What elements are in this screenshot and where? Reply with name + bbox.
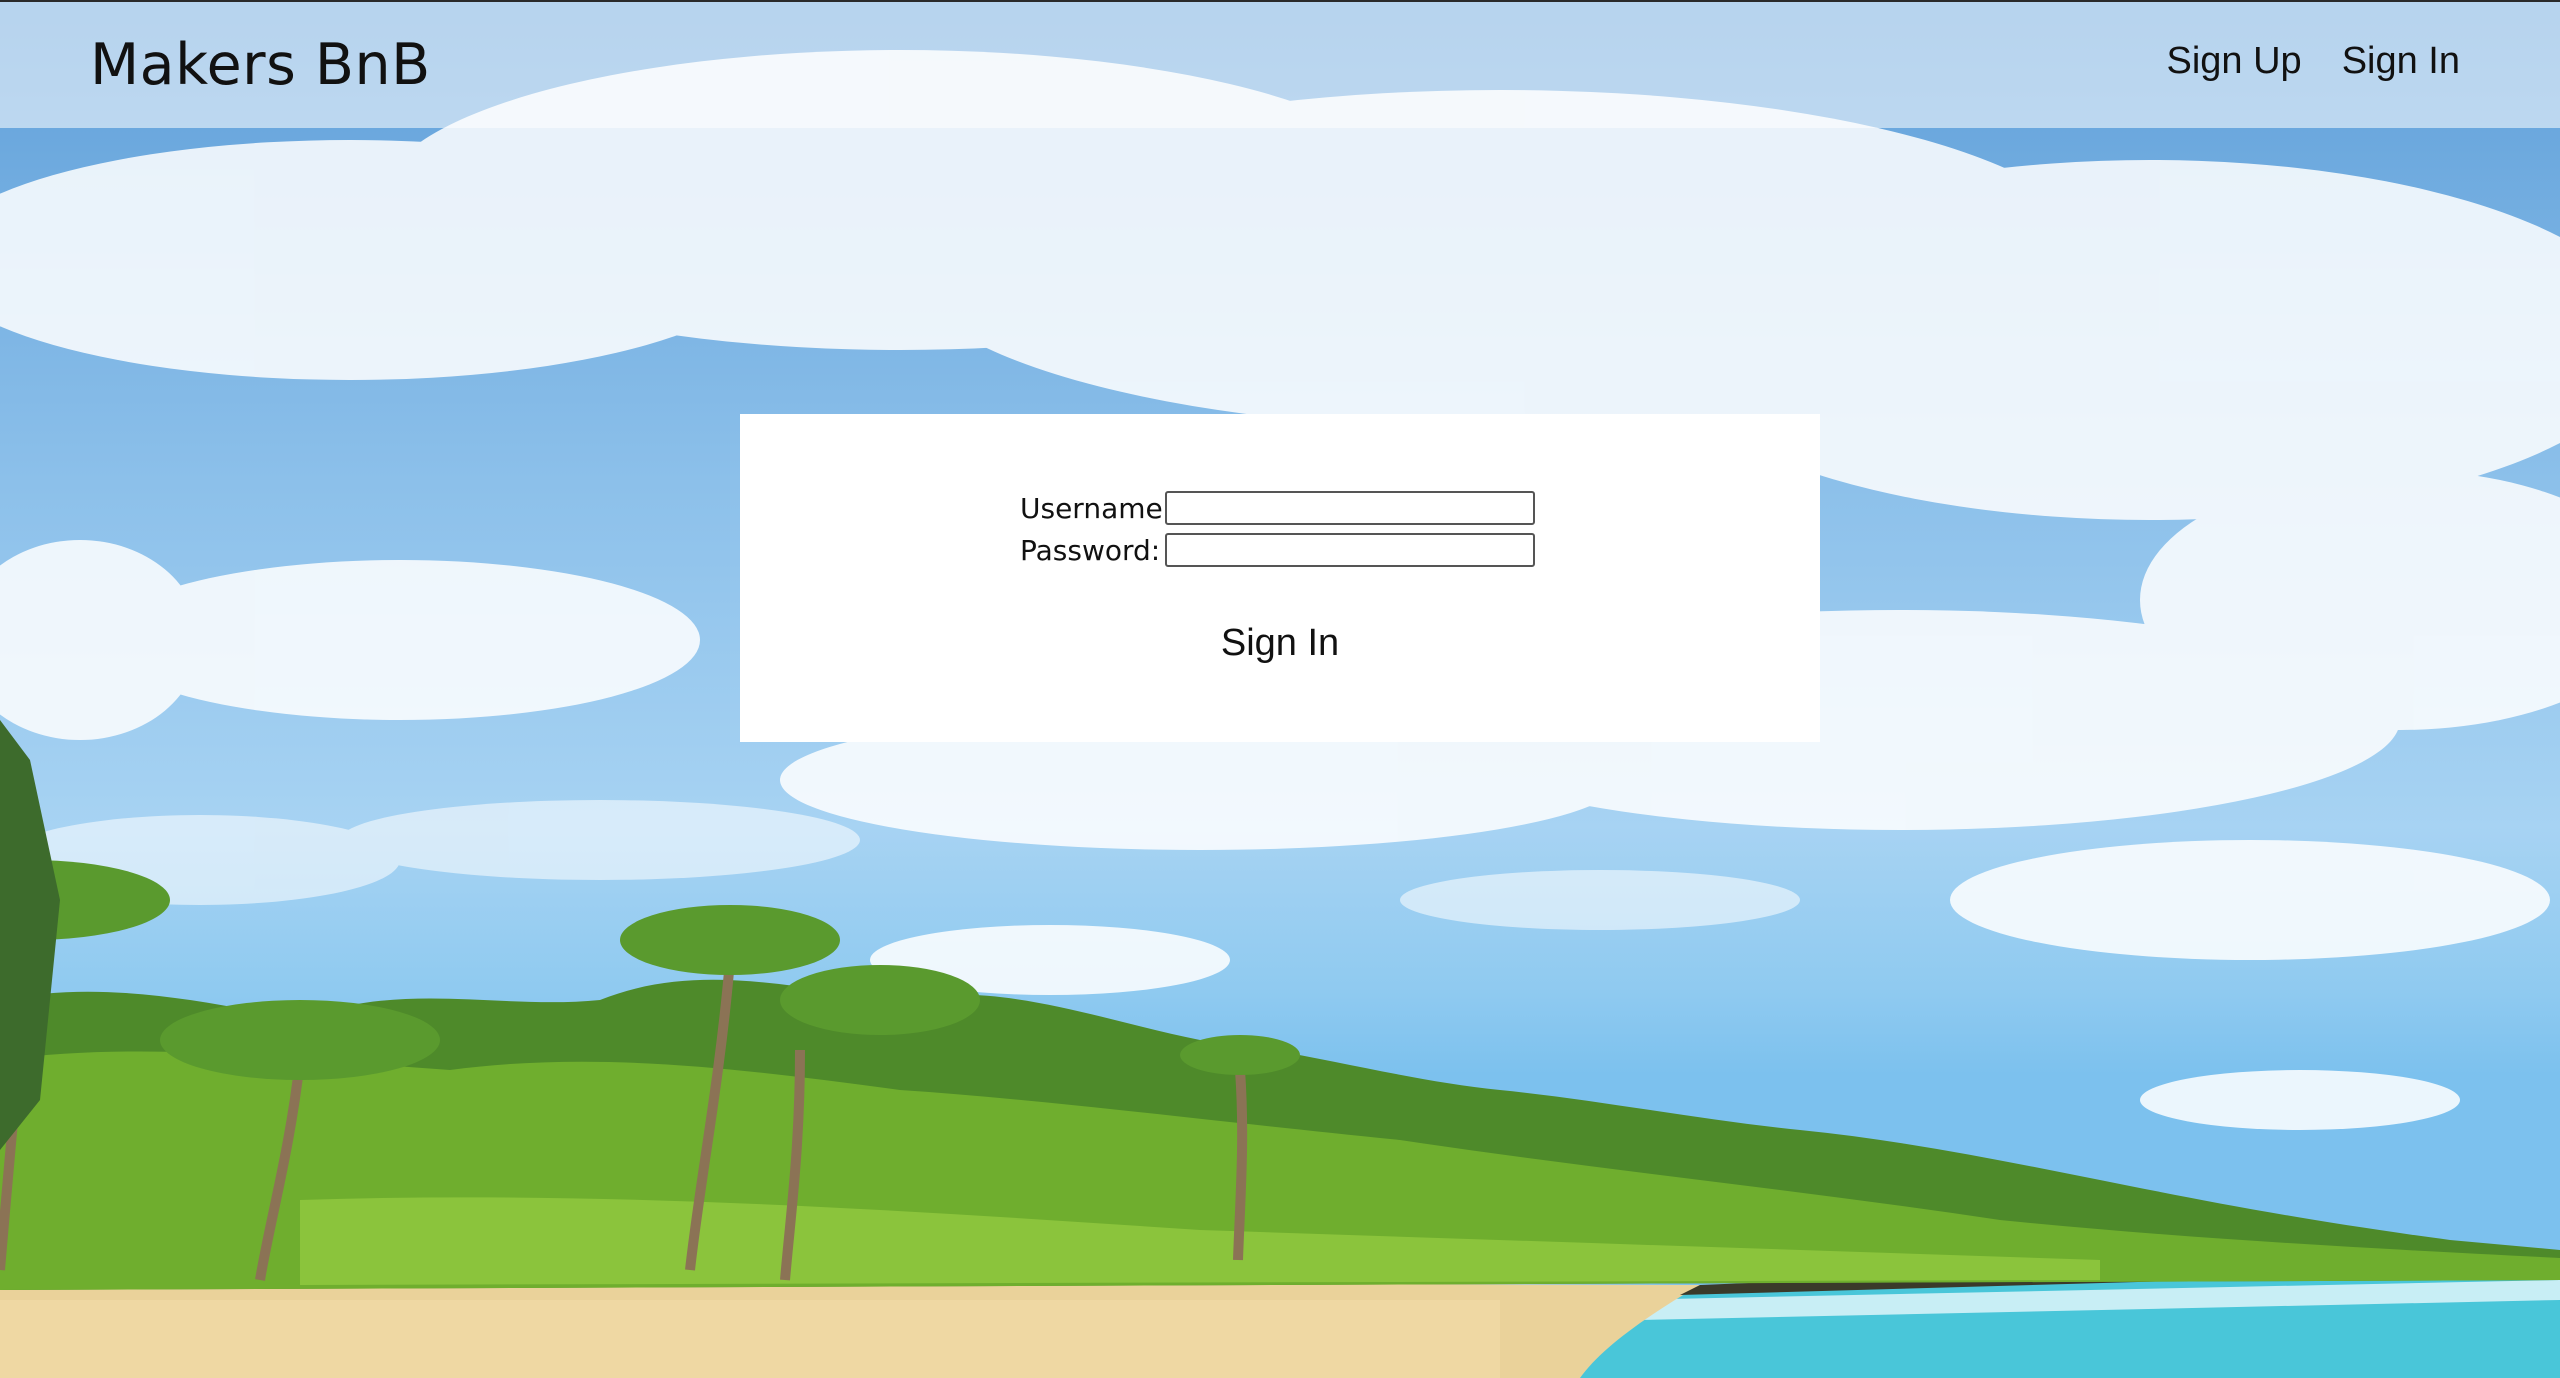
sign-in-form: Username: Password: (1020, 488, 1535, 572)
username-label: Username: (1020, 491, 1173, 525)
password-row: Password: (1020, 530, 1535, 570)
sign-in-submit-button[interactable]: Sign In (740, 622, 1820, 665)
password-input[interactable] (1165, 533, 1535, 567)
username-row: Username: (1020, 488, 1535, 528)
password-label: Password: (1020, 533, 1161, 567)
username-input[interactable] (1165, 491, 1535, 525)
nav-links: Sign Up Sign In (2166, 40, 2460, 83)
nav-sign-in-link[interactable]: Sign In (2342, 40, 2460, 83)
top-navbar: Makers BnB Sign Up Sign In (0, 0, 2560, 128)
nav-sign-up-link[interactable]: Sign Up (2166, 40, 2301, 83)
sign-in-card: Username: Password: Sign In (740, 414, 1820, 742)
page: Makers BnB Sign Up Sign In Username: Pas… (0, 0, 2560, 1378)
brand-logo-link[interactable]: Makers BnB (90, 32, 431, 98)
